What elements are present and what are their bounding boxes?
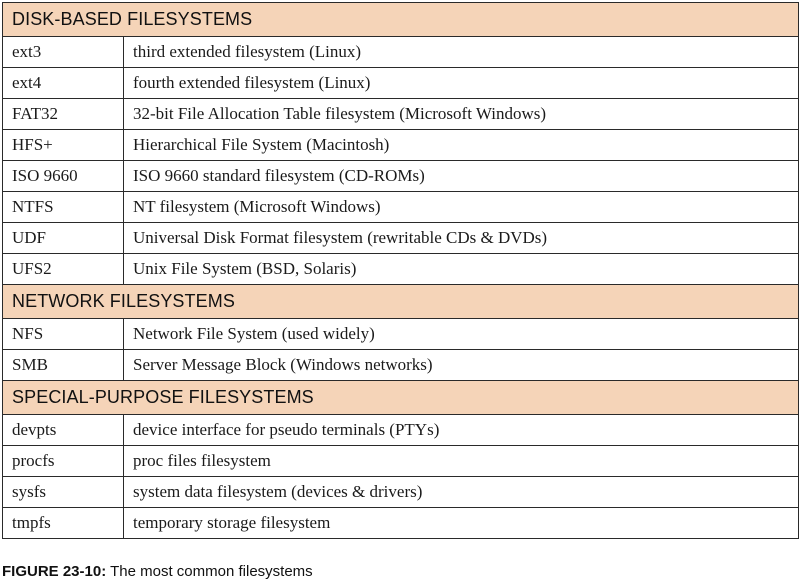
section-title: DISK-BASED FILESYSTEMS — [1, 2, 800, 37]
filesystem-name: devpts — [2, 414, 124, 446]
filesystem-name: procfs — [2, 445, 124, 477]
filesystem-description: Server Message Block (Windows networks) — [122, 349, 800, 381]
filesystem-description: device interface for pseudo terminals (P… — [122, 414, 800, 446]
table-row: ISO 9660 ISO 9660 standard filesystem (C… — [2, 160, 800, 192]
filesystem-name: ext4 — [2, 67, 124, 99]
section-header-network: NETWORK FILESYSTEMS — [1, 284, 800, 319]
table-row: procfs proc files filesystem — [2, 445, 800, 477]
table-row: UDF Universal Disk Format filesystem (re… — [2, 222, 800, 254]
table-row: devpts device interface for pseudo termi… — [2, 414, 800, 446]
filesystem-name: UDF — [2, 222, 124, 254]
figure-caption-text: The most common filesystems — [110, 563, 313, 580]
table-row: NTFS NT filesystem (Microsoft Windows) — [2, 191, 800, 223]
table-row: SMB Server Message Block (Windows networ… — [2, 349, 800, 381]
filesystem-description: Universal Disk Format filesystem (rewrit… — [122, 222, 800, 254]
filesystem-name: tmpfs — [2, 507, 124, 539]
filesystem-description: temporary storage filesystem — [122, 507, 800, 539]
filesystem-name: ext3 — [2, 36, 124, 68]
table-row: ext4 fourth extended filesystem (Linux) — [2, 67, 800, 99]
table-row: ext3 third extended filesystem (Linux) — [2, 36, 800, 68]
filesystem-description: system data filesystem (devices & driver… — [122, 476, 800, 508]
section-header-special-purpose: SPECIAL-PURPOSE FILESYSTEMS — [1, 380, 800, 415]
filesystem-description: fourth extended filesystem (Linux) — [122, 67, 800, 99]
table-row: tmpfs temporary storage filesystem — [2, 507, 800, 539]
table-row: HFS+ Hierarchical File System (Macintosh… — [2, 129, 800, 161]
filesystems-table: DISK-BASED FILESYSTEMS ext3 third extend… — [1, 2, 800, 539]
filesystem-description: Unix File System (BSD, Solaris) — [122, 253, 800, 285]
section-title: SPECIAL-PURPOSE FILESYSTEMS — [1, 380, 800, 415]
filesystem-name: NFS — [2, 318, 124, 350]
filesystem-description: ISO 9660 standard filesystem (CD-ROMs) — [122, 160, 800, 192]
filesystem-name: ISO 9660 — [2, 160, 124, 192]
figure-label: FIGURE 23-10: — [2, 563, 107, 580]
filesystem-description: Network File System (used widely) — [122, 318, 800, 350]
filesystem-description: third extended filesystem (Linux) — [122, 36, 800, 68]
table-row: UFS2 Unix File System (BSD, Solaris) — [2, 253, 800, 285]
filesystem-description: proc files filesystem — [122, 445, 800, 477]
filesystem-name: NTFS — [2, 191, 124, 223]
filesystem-description: Hierarchical File System (Macintosh) — [122, 129, 800, 161]
section-header-disk-based: DISK-BASED FILESYSTEMS — [1, 2, 800, 37]
table-row: FAT32 32-bit File Allocation Table files… — [2, 98, 800, 130]
filesystem-name: FAT32 — [2, 98, 124, 130]
filesystem-name: sysfs — [2, 476, 124, 508]
filesystem-name: SMB — [2, 349, 124, 381]
section-title: NETWORK FILESYSTEMS — [1, 284, 800, 319]
table-row: NFS Network File System (used widely) — [2, 318, 800, 350]
filesystem-name: HFS+ — [2, 129, 124, 161]
figure-caption: FIGURE 23-10: The most common filesystem… — [2, 563, 313, 580]
filesystem-description: NT filesystem (Microsoft Windows) — [122, 191, 800, 223]
filesystem-name: UFS2 — [2, 253, 124, 285]
table-row: sysfs system data filesystem (devices & … — [2, 476, 800, 508]
filesystem-description: 32-bit File Allocation Table filesystem … — [122, 98, 800, 130]
